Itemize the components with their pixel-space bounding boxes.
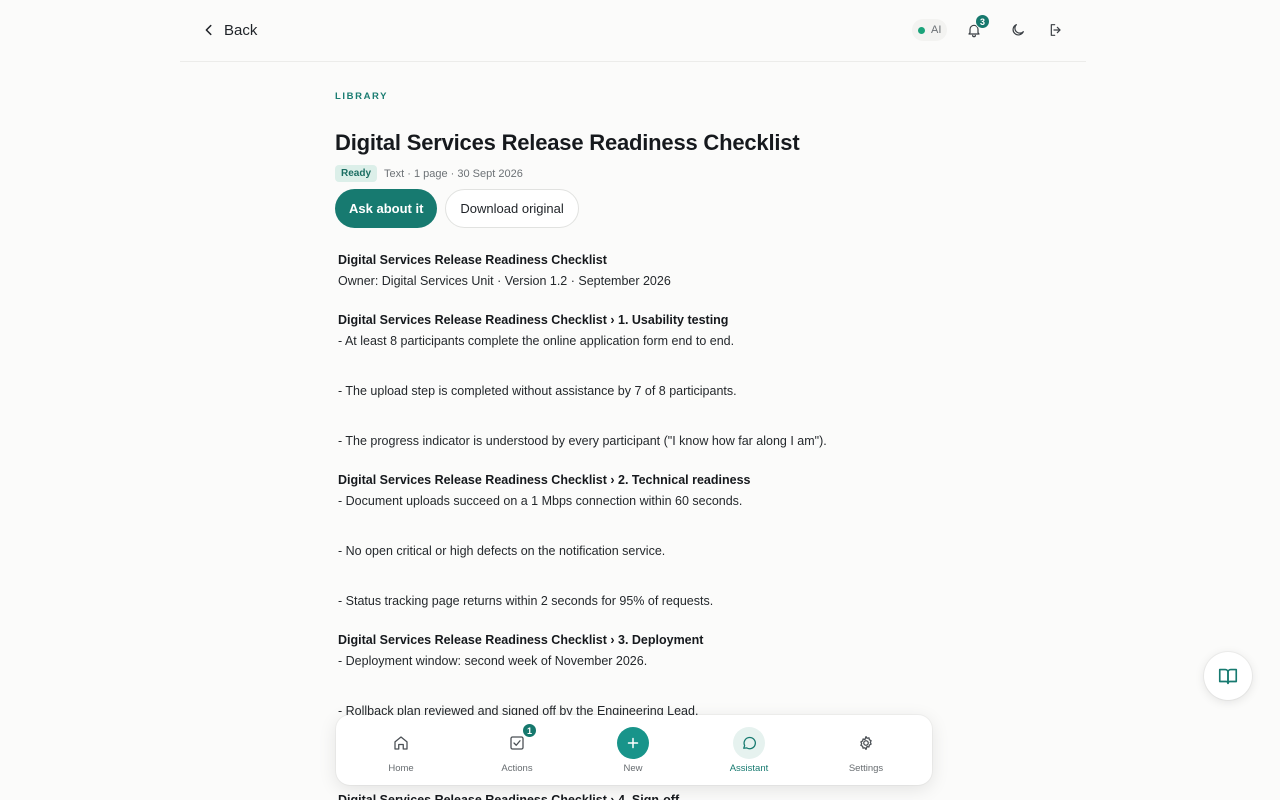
bottom-nav: Home Actions 1 New Assistant Settings <box>336 715 932 785</box>
ai-status-pill[interactable]: AI <box>912 19 948 41</box>
checklist-item: - Status tracking page returns within 2 … <box>338 594 714 608</box>
checkbox-icon <box>510 736 524 750</box>
back-label: Back <box>224 21 258 39</box>
nav-settings[interactable]: Settings <box>821 715 911 785</box>
owner-line: Owner: Digital Services Unit · Version 1… <box>338 274 671 288</box>
section-eyebrow: LIBRARY <box>335 91 389 102</box>
checklist-item: - At least 8 participants complete the o… <box>338 334 735 348</box>
nav-actions[interactable]: Actions 1 <box>472 715 562 785</box>
actions-count-badge: 1 <box>522 723 537 738</box>
checklist-item: - Document uploads succeed on a 1 Mbps c… <box>338 494 743 508</box>
gear-icon <box>860 735 872 751</box>
logout-button[interactable] <box>1044 18 1068 42</box>
section-heading: Digital Services Release Readiness Check… <box>338 633 704 647</box>
logout-icon <box>1050 24 1061 36</box>
chevron-left-icon <box>205 24 212 36</box>
library-fab[interactable] <box>1204 652 1252 700</box>
top-bar: Back AI 3 <box>180 0 1086 62</box>
section-heading: Digital Services Release Readiness Check… <box>338 473 751 487</box>
checklist-item: - Deployment window: second week of Nove… <box>338 654 648 668</box>
nav-home-label: Home <box>388 763 414 774</box>
nav-new-icon-wrap <box>617 727 649 759</box>
page-title: Digital Services Release Readiness Check… <box>335 130 800 155</box>
nav-assistant-icon-wrap <box>733 727 765 759</box>
nav-settings-icon-wrap <box>850 727 882 759</box>
checklist-item: - The upload step is completed without a… <box>338 384 737 398</box>
back-button[interactable]: Back <box>202 19 257 41</box>
nav-home[interactable]: Home <box>356 715 446 785</box>
nav-settings-label: Settings <box>848 763 884 774</box>
nav-home-icon-wrap <box>385 727 417 759</box>
chat-bubble-icon <box>743 736 756 750</box>
checklist-item: - The progress indicator is understood b… <box>338 434 827 448</box>
document-actions: Ask about it Download original <box>335 189 579 228</box>
download-original-button[interactable]: Download original <box>445 189 579 228</box>
document-meta: Ready Text · 1 page · 30 Sept 2026 <box>335 165 523 182</box>
plus-icon <box>627 737 639 749</box>
nav-actions-label: Actions <box>501 763 533 774</box>
dark-mode-toggle[interactable] <box>1006 18 1030 42</box>
book-open-icon <box>1218 668 1238 685</box>
checklist-item: - No open critical or high defects on th… <box>338 544 666 558</box>
document-heading: Digital Services Release Readiness Check… <box>338 253 607 267</box>
nav-new[interactable]: New <box>588 715 678 785</box>
home-icon <box>394 736 408 750</box>
document-meta-text: Text · 1 page · 30 Sept 2026 <box>384 167 523 180</box>
section-heading: Digital Services Release Readiness Check… <box>338 313 729 327</box>
moon-icon <box>1012 24 1024 36</box>
ai-label: AI <box>931 24 942 36</box>
nav-assistant-label: Assistant <box>729 763 769 774</box>
ai-status-dot <box>918 26 925 34</box>
nav-new-label: New <box>623 763 643 774</box>
notification-count-badge: 3 <box>975 14 990 29</box>
section-heading: Digital Services Release Readiness Check… <box>338 793 680 800</box>
nav-assistant[interactable]: Assistant <box>704 715 794 785</box>
status-badge: Ready <box>335 165 378 182</box>
ask-about-it-button[interactable]: Ask about it <box>335 189 438 228</box>
